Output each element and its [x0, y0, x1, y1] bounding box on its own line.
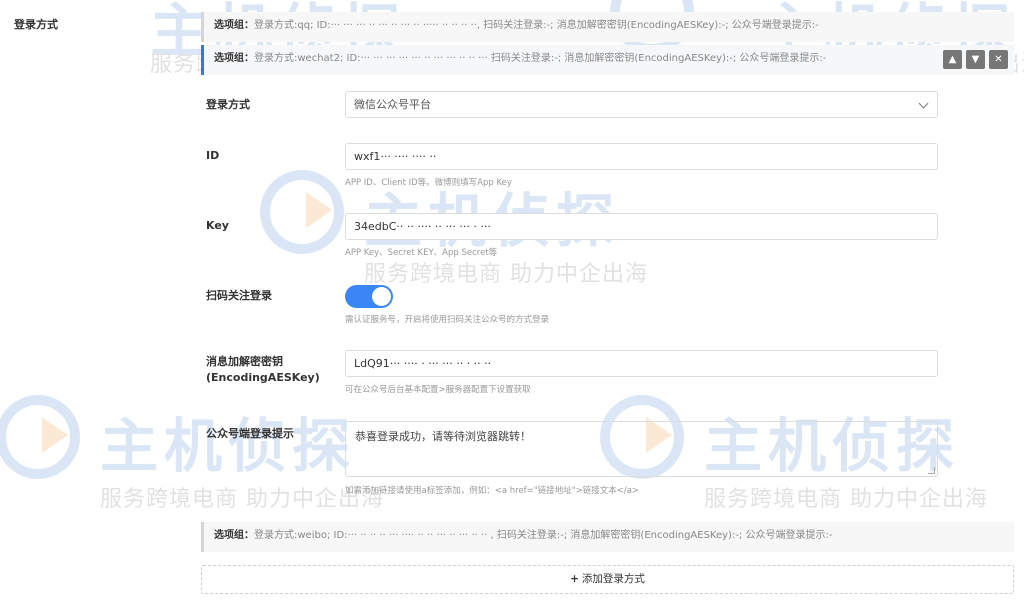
login-method-value: 微信公众号平台	[354, 98, 431, 111]
option-group-row[interactable]: 选项组：登录方式:weibo; ID:··· ·· ·· ·· ··· ····…	[201, 522, 1014, 552]
aes-key-input[interactable]: LdQ91··· ···· · ··· ··· ·· · ·· ··	[345, 350, 938, 377]
option-group-summary: 登录方式:qq; ID:··· ··· ··· ·· ··· ·· ··· ··…	[254, 20, 819, 31]
id-hint: APP ID、Client ID等。微博则填写App Key	[345, 178, 512, 188]
watermark-arrow-icon	[42, 417, 68, 453]
login-method-select[interactable]: 微信公众号平台	[345, 91, 938, 118]
aes-key-hint: 可在公众号后台基本配置>服务器配置下设置获取	[345, 385, 531, 395]
plus-icon: +	[570, 573, 579, 585]
login-tip-textarea[interactable]: 恭喜登录成功，请等待浏览器跳转！	[345, 421, 938, 477]
key-hint: APP Key、Secret KEY、App Secret等	[345, 248, 498, 258]
close-icon[interactable]: ✕	[989, 50, 1008, 69]
resize-handle-icon[interactable]	[928, 467, 935, 474]
toggle-knob	[372, 287, 391, 306]
move-down-icon[interactable]: ▼	[966, 50, 985, 69]
option-group-summary: 登录方式:wechat2; ID:··· ··· ··· ··· ··· ·· …	[254, 53, 827, 64]
key-label: Key	[206, 219, 229, 232]
option-group-row[interactable]: 选项组：登录方式:qq; ID:··· ··· ··· ·· ··· ·· ··…	[201, 12, 1014, 42]
move-up-icon[interactable]: ▲	[943, 50, 962, 69]
login-tip-hint: 如需添加链接请使用a标签添加，例如：<a href="链接地址">链接文本</a…	[345, 486, 640, 496]
option-group-row-active[interactable]: 选项组：登录方式:wechat2; ID:··· ··· ··· ··· ···…	[201, 45, 1014, 75]
watermark-logo-icon	[260, 170, 344, 254]
option-group-prefix: 选项组：	[214, 53, 254, 64]
section-label: 登录方式	[14, 18, 58, 31]
aes-key-label-line2: (EncodingAESKey)	[206, 371, 320, 384]
login-tip-value: 恭喜登录成功，请等待浏览器跳转！	[355, 430, 531, 443]
watermark-subtext: 服务跨境电商 助力中企出海	[704, 487, 988, 512]
scan-login-hint: 需认证服务号，开启将使用扫码关注公众号的方式登录	[345, 315, 550, 325]
option-group-prefix: 选项组：	[214, 20, 254, 31]
login-tip-label: 公众号端登录提示	[206, 427, 294, 440]
watermark-logo-icon	[0, 395, 80, 479]
scan-login-toggle[interactable]	[345, 285, 393, 308]
add-login-method-button[interactable]: + 添加登录方式	[201, 565, 1014, 594]
key-input[interactable]: 34edbC·· ·· ···· ·· ··· ··· · ···	[345, 213, 938, 240]
id-input[interactable]: wxf1··· ···· ···· ··	[345, 143, 938, 170]
id-label: ID	[206, 149, 220, 162]
watermark-subtext: 服务跨境电商 助力中企出海	[100, 487, 384, 512]
aes-key-label-line1: 消息加解密密钥	[206, 355, 283, 368]
watermark-subtext: 服务跨境电商 助力中企出海	[364, 262, 648, 287]
scan-login-label: 扫码关注登录	[206, 289, 272, 302]
watermark-arrow-icon	[306, 192, 332, 228]
login-method-label: 登录方式	[206, 98, 250, 111]
chevron-down-icon	[918, 98, 929, 109]
group-toolbar: ▲ ▼ ✕	[943, 50, 1008, 69]
option-group-summary: 登录方式:weibo; ID:··· ·· ·· ·· ··· ···· ·· …	[254, 530, 833, 541]
option-group-prefix: 选项组：	[214, 530, 254, 541]
add-login-method-label: 添加登录方式	[581, 573, 645, 585]
